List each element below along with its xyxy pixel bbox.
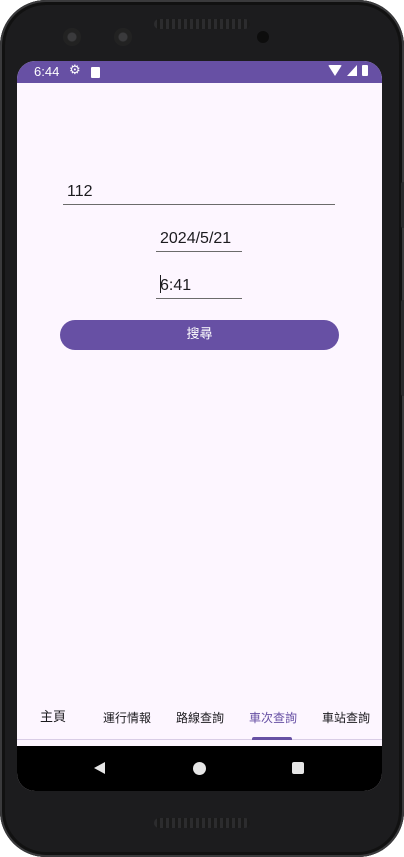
- app-screen: 6:44 ⚙ 112 2024/5/21 6:41 搜尋 主頁 運行情報 路線查…: [17, 61, 382, 791]
- train-number-value: 112: [67, 183, 93, 200]
- nav-tab-home[interactable]: 主頁: [23, 701, 83, 739]
- date-input[interactable]: 2024/5/21: [156, 226, 242, 252]
- home-icon[interactable]: [193, 762, 206, 775]
- nav-tab-train-search[interactable]: 車次查詢: [243, 701, 303, 739]
- front-camera-icon: [63, 28, 81, 46]
- nav-tab-station-search[interactable]: 車站查詢: [316, 701, 376, 739]
- search-button[interactable]: 搜尋: [60, 320, 339, 350]
- bottom-navigation: 主頁 運行情報 路線查詢 車次查詢 車站查詢: [17, 701, 382, 740]
- gear-icon: ⚙: [69, 63, 81, 78]
- back-icon[interactable]: [94, 762, 105, 774]
- proximity-sensor: [257, 31, 269, 43]
- active-tab-indicator: [252, 737, 292, 740]
- time-input[interactable]: 6:41: [156, 272, 242, 299]
- recent-apps-icon[interactable]: [292, 762, 304, 774]
- signal-icon: [347, 65, 357, 76]
- train-number-input[interactable]: 112: [63, 179, 335, 205]
- system-navigation-bar: [17, 746, 382, 791]
- battery-icon: [362, 65, 368, 76]
- time-value: 6:41: [160, 277, 192, 294]
- status-time: 6:44: [34, 64, 60, 79]
- date-value: 2024/5/21: [160, 230, 232, 247]
- bottom-speaker: [154, 818, 250, 828]
- nav-tab-route-search[interactable]: 路線查詢: [170, 701, 230, 739]
- phone-frame: 6:44 ⚙ 112 2024/5/21 6:41 搜尋 主頁 運行情報 路線查…: [0, 0, 404, 857]
- earpiece-speaker: [154, 19, 250, 29]
- sd-card-icon: [91, 67, 100, 78]
- front-camera-icon: [114, 28, 132, 46]
- nav-tab-service-info[interactable]: 運行情報: [97, 701, 157, 739]
- status-bar: 6:44 ⚙: [17, 61, 382, 83]
- wifi-icon: [328, 65, 342, 76]
